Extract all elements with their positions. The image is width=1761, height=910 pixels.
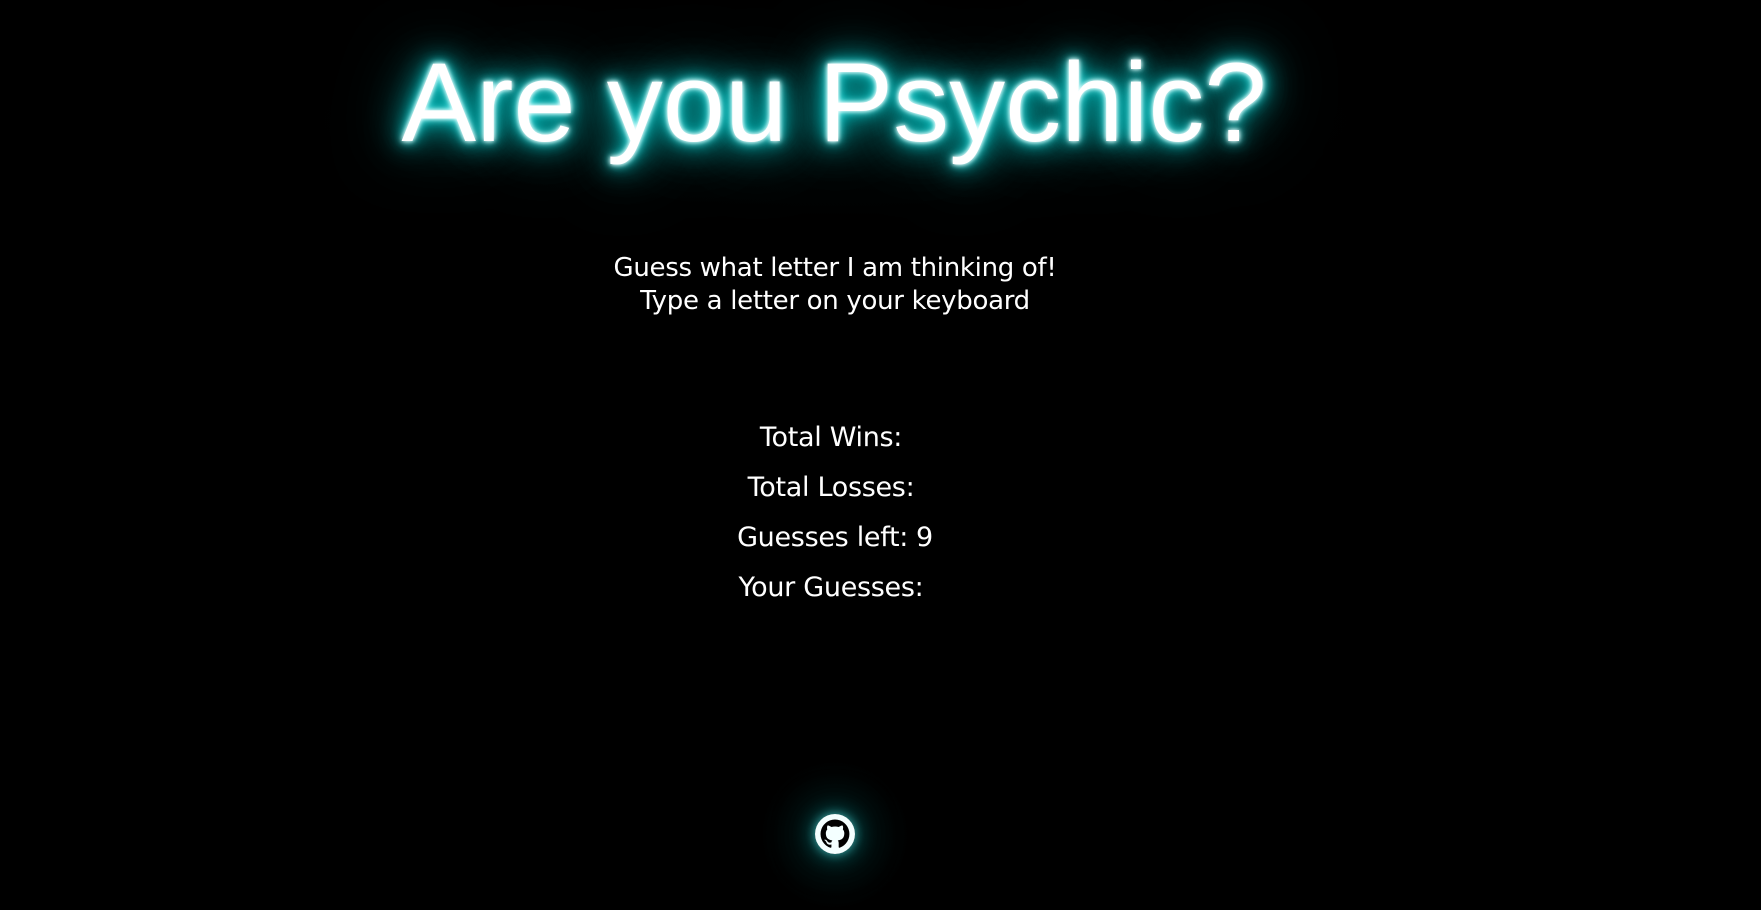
instruction-line-2: Type a letter on your keyboard (640, 286, 1030, 316)
page-title: Are you Psychic? (401, 40, 1267, 165)
guesses-left-label: Guesses left: (737, 522, 909, 553)
stat-total-wins: Total Wins: (0, 418, 1670, 468)
scoreboard: Total Wins: Total Losses: Guesses left: 9… (0, 418, 1670, 618)
instructions: Guess what letter I am thinking of! Type… (0, 252, 1670, 318)
stat-total-losses: Total Losses: (0, 468, 1670, 518)
total-losses-label: Total Losses: (747, 472, 915, 503)
instruction-line-1: Guess what letter I am thinking of! (613, 253, 1057, 283)
stat-your-guesses: Your Guesses: (0, 568, 1670, 618)
guesses-left-value: 9 (916, 522, 933, 553)
stat-guesses-left: Guesses left: 9 (0, 518, 1670, 568)
github-icon (815, 814, 855, 854)
total-wins-label: Total Wins: (759, 422, 903, 453)
your-guesses-label: Your Guesses: (738, 572, 924, 603)
github-link[interactable] (815, 814, 855, 854)
